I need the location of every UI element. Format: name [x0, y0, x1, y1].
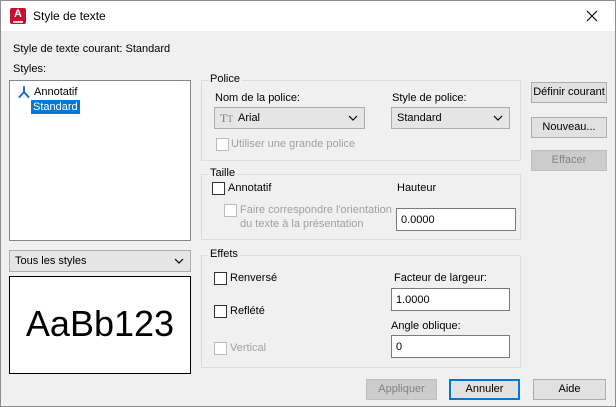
chevron-down-icon	[348, 115, 358, 121]
new-button[interactable]: Nouveau...	[531, 117, 607, 138]
oblique-angle-label: Angle oblique:	[391, 320, 461, 332]
width-factor-input[interactable]: 1.0000	[391, 288, 510, 311]
annotative-icon	[18, 86, 30, 98]
styles-label: Styles:	[13, 63, 47, 75]
styles-list[interactable]: Annotatif Standard	[9, 80, 191, 241]
oblique-angle-input[interactable]: 0	[391, 335, 510, 358]
set-current-button[interactable]: Définir courant	[531, 82, 607, 103]
text-style-dialog: A Style de texte Style de texte courant:…	[0, 0, 616, 407]
delete-button[interactable]: Effacer	[531, 150, 607, 171]
upside-down-checkbox[interactable]	[214, 272, 227, 285]
match-orientation-line2: du texte à la présentation	[240, 218, 364, 230]
oblique-angle-value: 0	[396, 341, 403, 353]
taille-group-label: Taille	[208, 167, 238, 179]
font-style-value: Standard	[397, 112, 442, 124]
height-value: 0.0000	[401, 214, 435, 226]
police-group-label: Police	[208, 73, 242, 85]
truetype-font-icon: TT	[220, 111, 233, 125]
close-button[interactable]	[569, 1, 615, 31]
chevron-down-icon	[493, 115, 503, 121]
vertical-checkbox[interactable]	[214, 342, 227, 355]
font-name-label: Nom de la police:	[215, 92, 300, 104]
backwards-checkbox[interactable]	[214, 305, 227, 318]
title-bar: A Style de texte	[1, 1, 615, 31]
font-style-label: Style de police:	[392, 92, 467, 104]
window-title: Style de texte	[33, 9, 106, 23]
match-orientation-label: Faire correspondre l'orientation du text…	[240, 203, 392, 231]
match-orientation-checkbox[interactable]	[224, 204, 237, 217]
help-button[interactable]: Aide	[533, 379, 606, 400]
annotative-label: Annotatif	[228, 182, 272, 194]
close-icon	[586, 10, 598, 22]
current-style-text: Style de texte courant: Standard	[13, 43, 170, 55]
apply-button[interactable]: Appliquer	[366, 379, 437, 400]
styles-filter-value: Tous les styles	[15, 255, 87, 267]
list-item[interactable]: Annotatif	[18, 86, 77, 98]
font-name-value: Arial	[238, 112, 261, 124]
annotative-checkbox[interactable]	[212, 182, 225, 195]
font-style-select[interactable]: Standard	[391, 107, 510, 129]
vertical-label: Vertical	[230, 342, 267, 354]
backwards-label: Reflété	[230, 305, 265, 317]
match-orientation-line1: Faire correspondre l'orientation	[240, 204, 392, 216]
current-style-label: Style de texte courant:	[13, 43, 123, 55]
list-item-selected[interactable]: Standard	[31, 100, 80, 114]
current-style-value: Standard	[125, 43, 171, 55]
autocad-app-icon: A	[10, 8, 26, 24]
upside-down-label: Renversé	[230, 272, 278, 284]
chevron-down-icon	[174, 258, 184, 264]
font-name-select[interactable]: TT Arial	[214, 107, 365, 129]
list-item-label: Annotatif	[34, 86, 78, 98]
styles-filter-select[interactable]: Tous les styles	[9, 250, 191, 272]
effets-group-label: Effets	[208, 248, 240, 260]
height-label: Hauteur	[397, 182, 437, 194]
preview-text: AaBb123	[25, 303, 175, 344]
cancel-button[interactable]: Annuler	[449, 379, 520, 400]
width-factor-value: 1.0000	[396, 294, 430, 306]
big-font-checkbox[interactable]	[216, 138, 229, 151]
text-preview: AaBb123	[9, 276, 191, 374]
width-factor-label: Facteur de largeur:	[394, 272, 487, 284]
height-input[interactable]: 0.0000	[396, 208, 516, 231]
big-font-label: Utiliser une grande police	[231, 138, 356, 150]
